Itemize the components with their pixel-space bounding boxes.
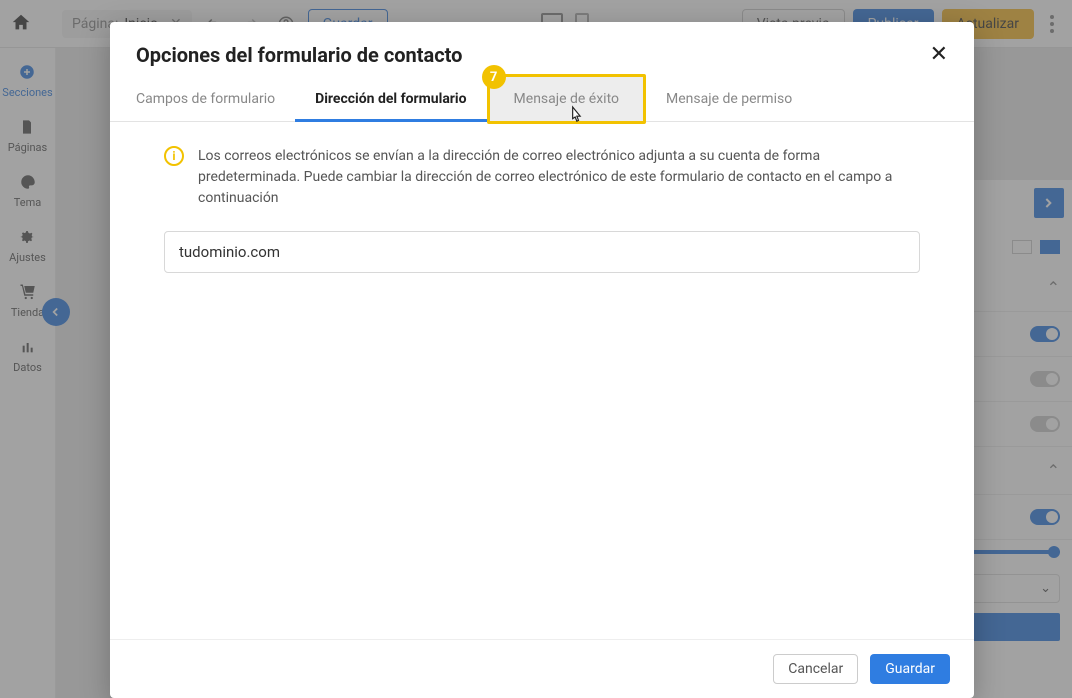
- info-banner: i Los correos electrónicos se envían a l…: [164, 146, 920, 209]
- modal-footer: Cancelar Guardar: [110, 639, 974, 698]
- cancel-button[interactable]: Cancelar: [773, 654, 858, 684]
- modal-title: Opciones del formulario de contacto: [136, 43, 462, 67]
- modal-header: Opciones del formulario de contacto ✕: [110, 22, 974, 77]
- save-button[interactable]: Guardar: [870, 654, 950, 684]
- info-text: Los correos electrónicos se envían a la …: [198, 146, 920, 209]
- step-badge: 7: [482, 65, 506, 89]
- tab-permission-message[interactable]: Mensaje de permiso: [646, 77, 812, 121]
- info-icon: i: [164, 146, 184, 166]
- contact-form-options-modal: Opciones del formulario de contacto ✕ Ca…: [110, 22, 974, 698]
- tab-success-message[interactable]: 7 Mensaje de éxito: [487, 74, 646, 124]
- modal-body: i Los correos electrónicos se envían a l…: [110, 122, 974, 639]
- close-icon[interactable]: ✕: [930, 42, 948, 67]
- domain-input[interactable]: [164, 231, 920, 273]
- email-domain-field: [164, 231, 920, 273]
- modal-tabs: Campos de formulario Dirección del formu…: [110, 77, 974, 122]
- tab-label: Mensaje de éxito: [514, 91, 619, 107]
- tab-form-fields[interactable]: Campos de formulario: [136, 77, 295, 121]
- tab-form-address[interactable]: Dirección del formulario: [295, 77, 486, 121]
